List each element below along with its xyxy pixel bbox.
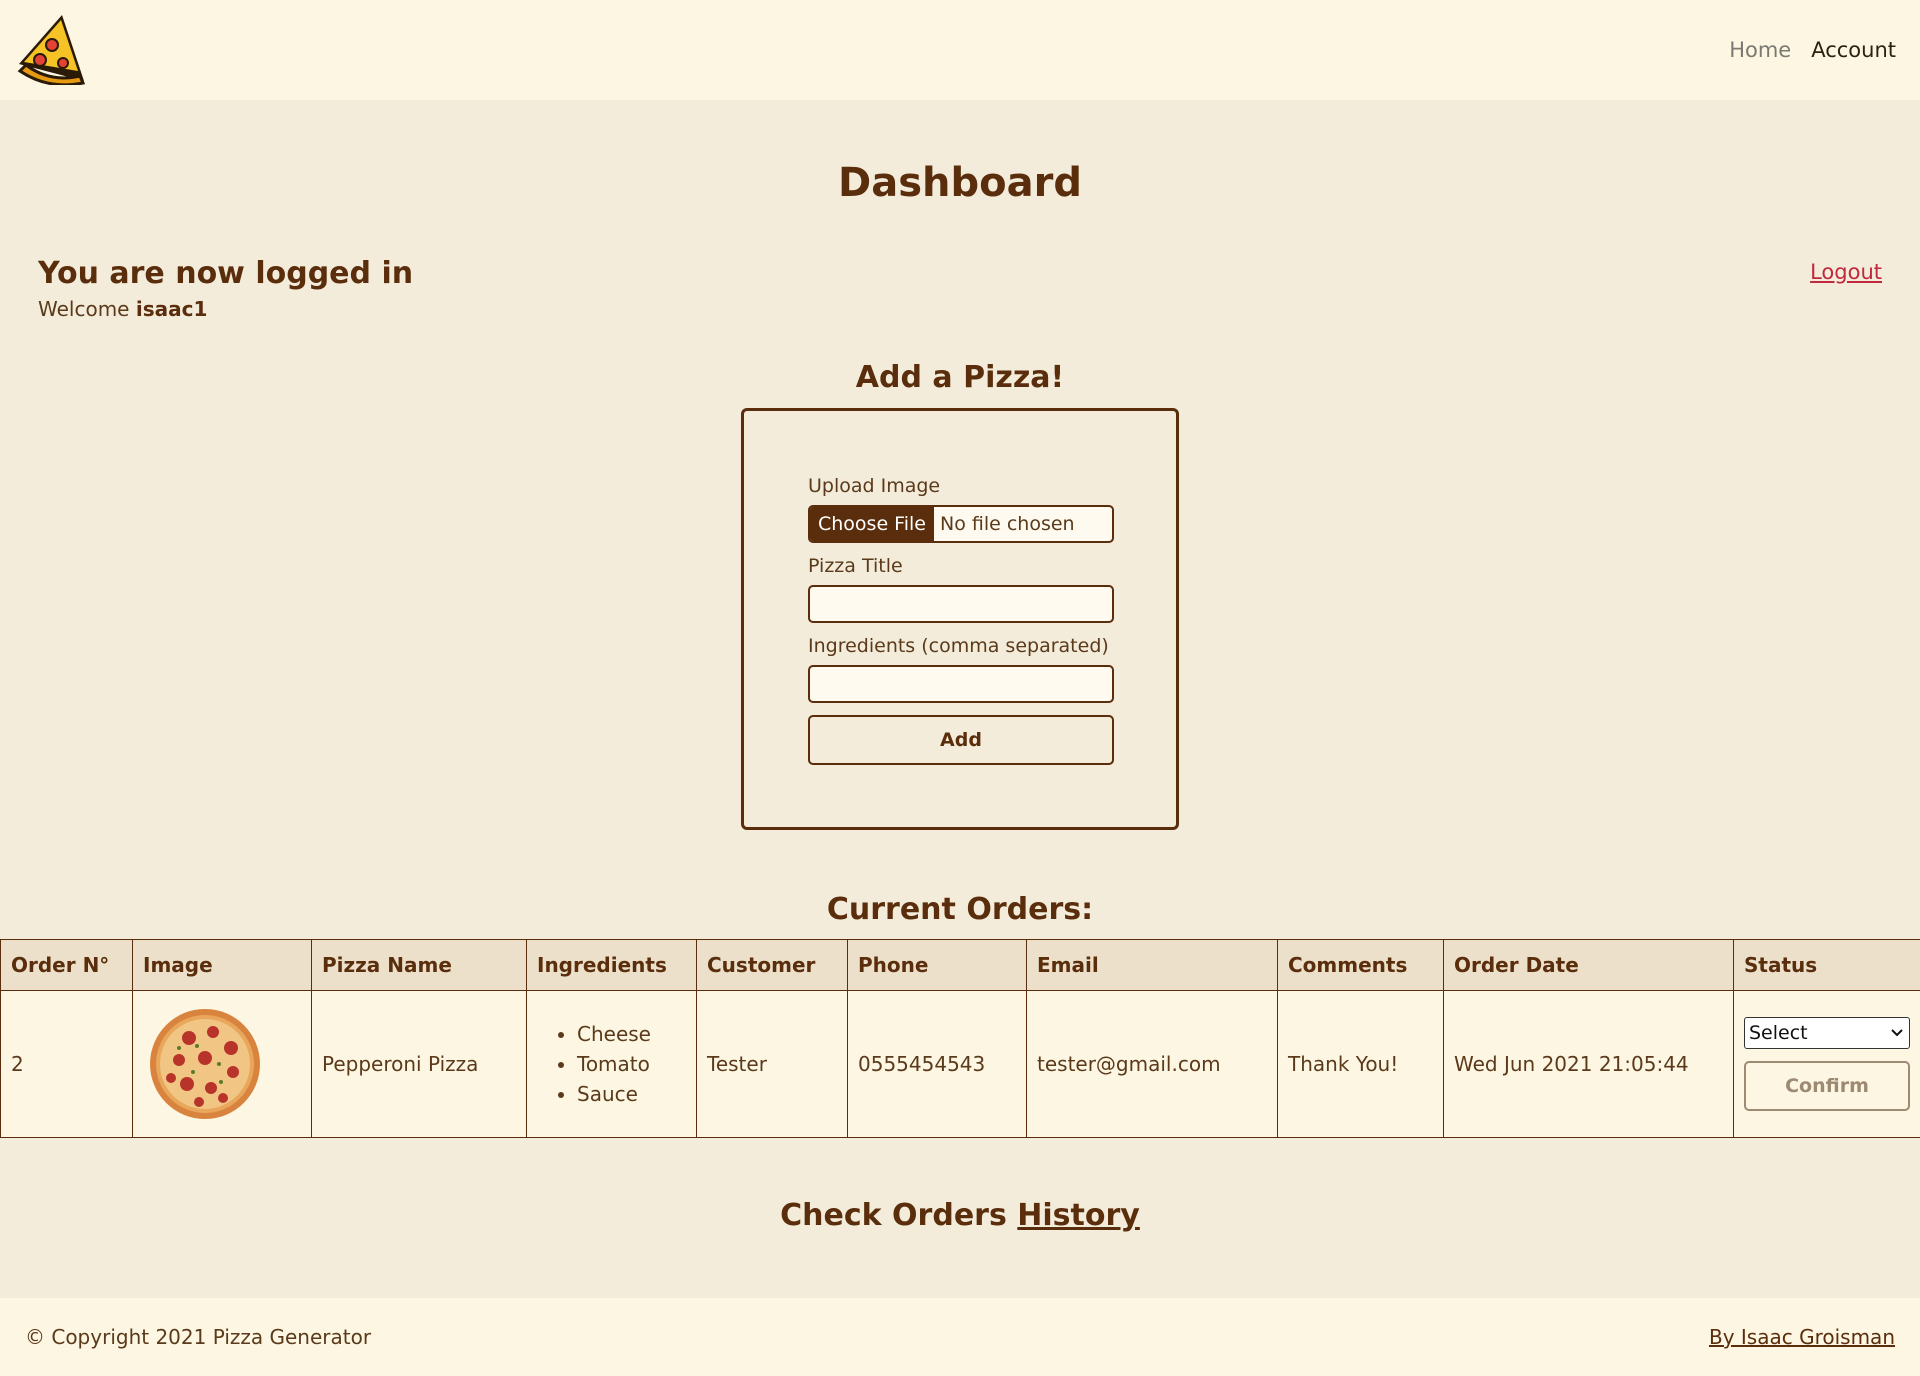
footer: © Copyright 2021 Pizza Generator By Isaa… [0, 1298, 1920, 1376]
pepperoni-pizza-image [150, 1009, 260, 1119]
list-item: Sauce [577, 1079, 686, 1109]
author-link[interactable]: By Isaac Groisman [1709, 1325, 1895, 1349]
table-row: 2 Pepperoni Pizza • Cheese • Tomato • Sa… [0, 990, 1920, 1138]
pizza-title-label: Pizza Title [808, 555, 903, 577]
header-customer: Customer [696, 939, 848, 991]
status-select[interactable]: Select [1744, 1017, 1910, 1049]
pizza-title-input[interactable] [808, 585, 1114, 623]
email-cell: tester@gmail.com [1026, 990, 1278, 1138]
list-item: Tomato [577, 1049, 686, 1079]
orders-header-row: Order N° Image Pizza Name Ingredients Cu… [0, 939, 1920, 991]
history-prefix: Check Orders [780, 1198, 1018, 1233]
pizza-name-cell: Pepperoni Pizza [311, 990, 527, 1138]
phone-cell: 0555454543 [847, 990, 1027, 1138]
ingredients-list: Cheese Tomato Sauce [537, 1019, 686, 1109]
ingredients-cell: Cheese Tomato Sauce [526, 990, 697, 1138]
navbar: Home Account [0, 0, 1920, 100]
page-title: Dashboard [838, 160, 1082, 206]
logout-link[interactable]: Logout [1810, 260, 1882, 284]
upload-image-label: Upload Image [808, 475, 941, 497]
history-link[interactable]: History [1017, 1198, 1140, 1233]
ingredients-input[interactable] [808, 665, 1114, 703]
header-status: Status [1733, 939, 1920, 991]
add-pizza-form: Upload Image Choose File No file chosen … [741, 408, 1179, 830]
header-image: Image [132, 939, 312, 991]
order-date-cell: Wed Jun 2021 21:05:44 [1443, 990, 1734, 1138]
check-orders-history: Check Orders History [0, 1198, 1920, 1233]
list-item: Cheese [577, 1019, 686, 1049]
nav-home-link[interactable]: Home [1729, 38, 1791, 62]
add-button[interactable]: Add [808, 715, 1114, 765]
username: isaac1 [135, 297, 208, 321]
status-select-value: Select [1749, 1022, 1808, 1044]
confirm-button[interactable]: Confirm [1744, 1061, 1910, 1111]
nav-account-link[interactable]: Account [1811, 38, 1896, 62]
current-orders-title: Current Orders: [826, 892, 1094, 927]
upload-image-input[interactable]: Choose File No file chosen [808, 505, 1114, 543]
customer-cell: Tester [696, 990, 848, 1138]
file-status-text: No file chosen [939, 513, 1075, 535]
orders-table: Order N° Image Pizza Name Ingredients Cu… [0, 939, 1920, 1138]
chevron-down-icon [1891, 1029, 1903, 1037]
welcome-prefix: Welcome [38, 297, 136, 321]
header-phone: Phone [847, 939, 1027, 991]
pizza-logo-icon[interactable] [14, 15, 90, 85]
header-pizza-name: Pizza Name [311, 939, 527, 991]
choose-file-button[interactable]: Choose File [810, 507, 934, 541]
header-comments: Comments [1277, 939, 1444, 991]
header-order-date: Order Date [1443, 939, 1734, 991]
status-cell: Select Confirm [1733, 990, 1920, 1138]
login-status: You are now logged in Welcome isaac1 [38, 256, 413, 321]
nav-links: Home Account [1729, 38, 1896, 62]
welcome-text: Welcome isaac1 [38, 297, 413, 321]
login-heading: You are now logged in [38, 256, 414, 291]
header-order-no: Order N° [0, 939, 133, 991]
image-cell [132, 990, 312, 1138]
header-email: Email [1026, 939, 1278, 991]
comments-cell: Thank You! [1277, 990, 1444, 1138]
copyright-text: © Copyright 2021 Pizza Generator [25, 1325, 372, 1349]
order-no-cell: 2 [0, 990, 133, 1138]
add-pizza-title: Add a Pizza! [855, 360, 1065, 395]
header-ingredients: Ingredients [526, 939, 697, 991]
ingredients-label: Ingredients (comma separated) [808, 635, 1109, 657]
